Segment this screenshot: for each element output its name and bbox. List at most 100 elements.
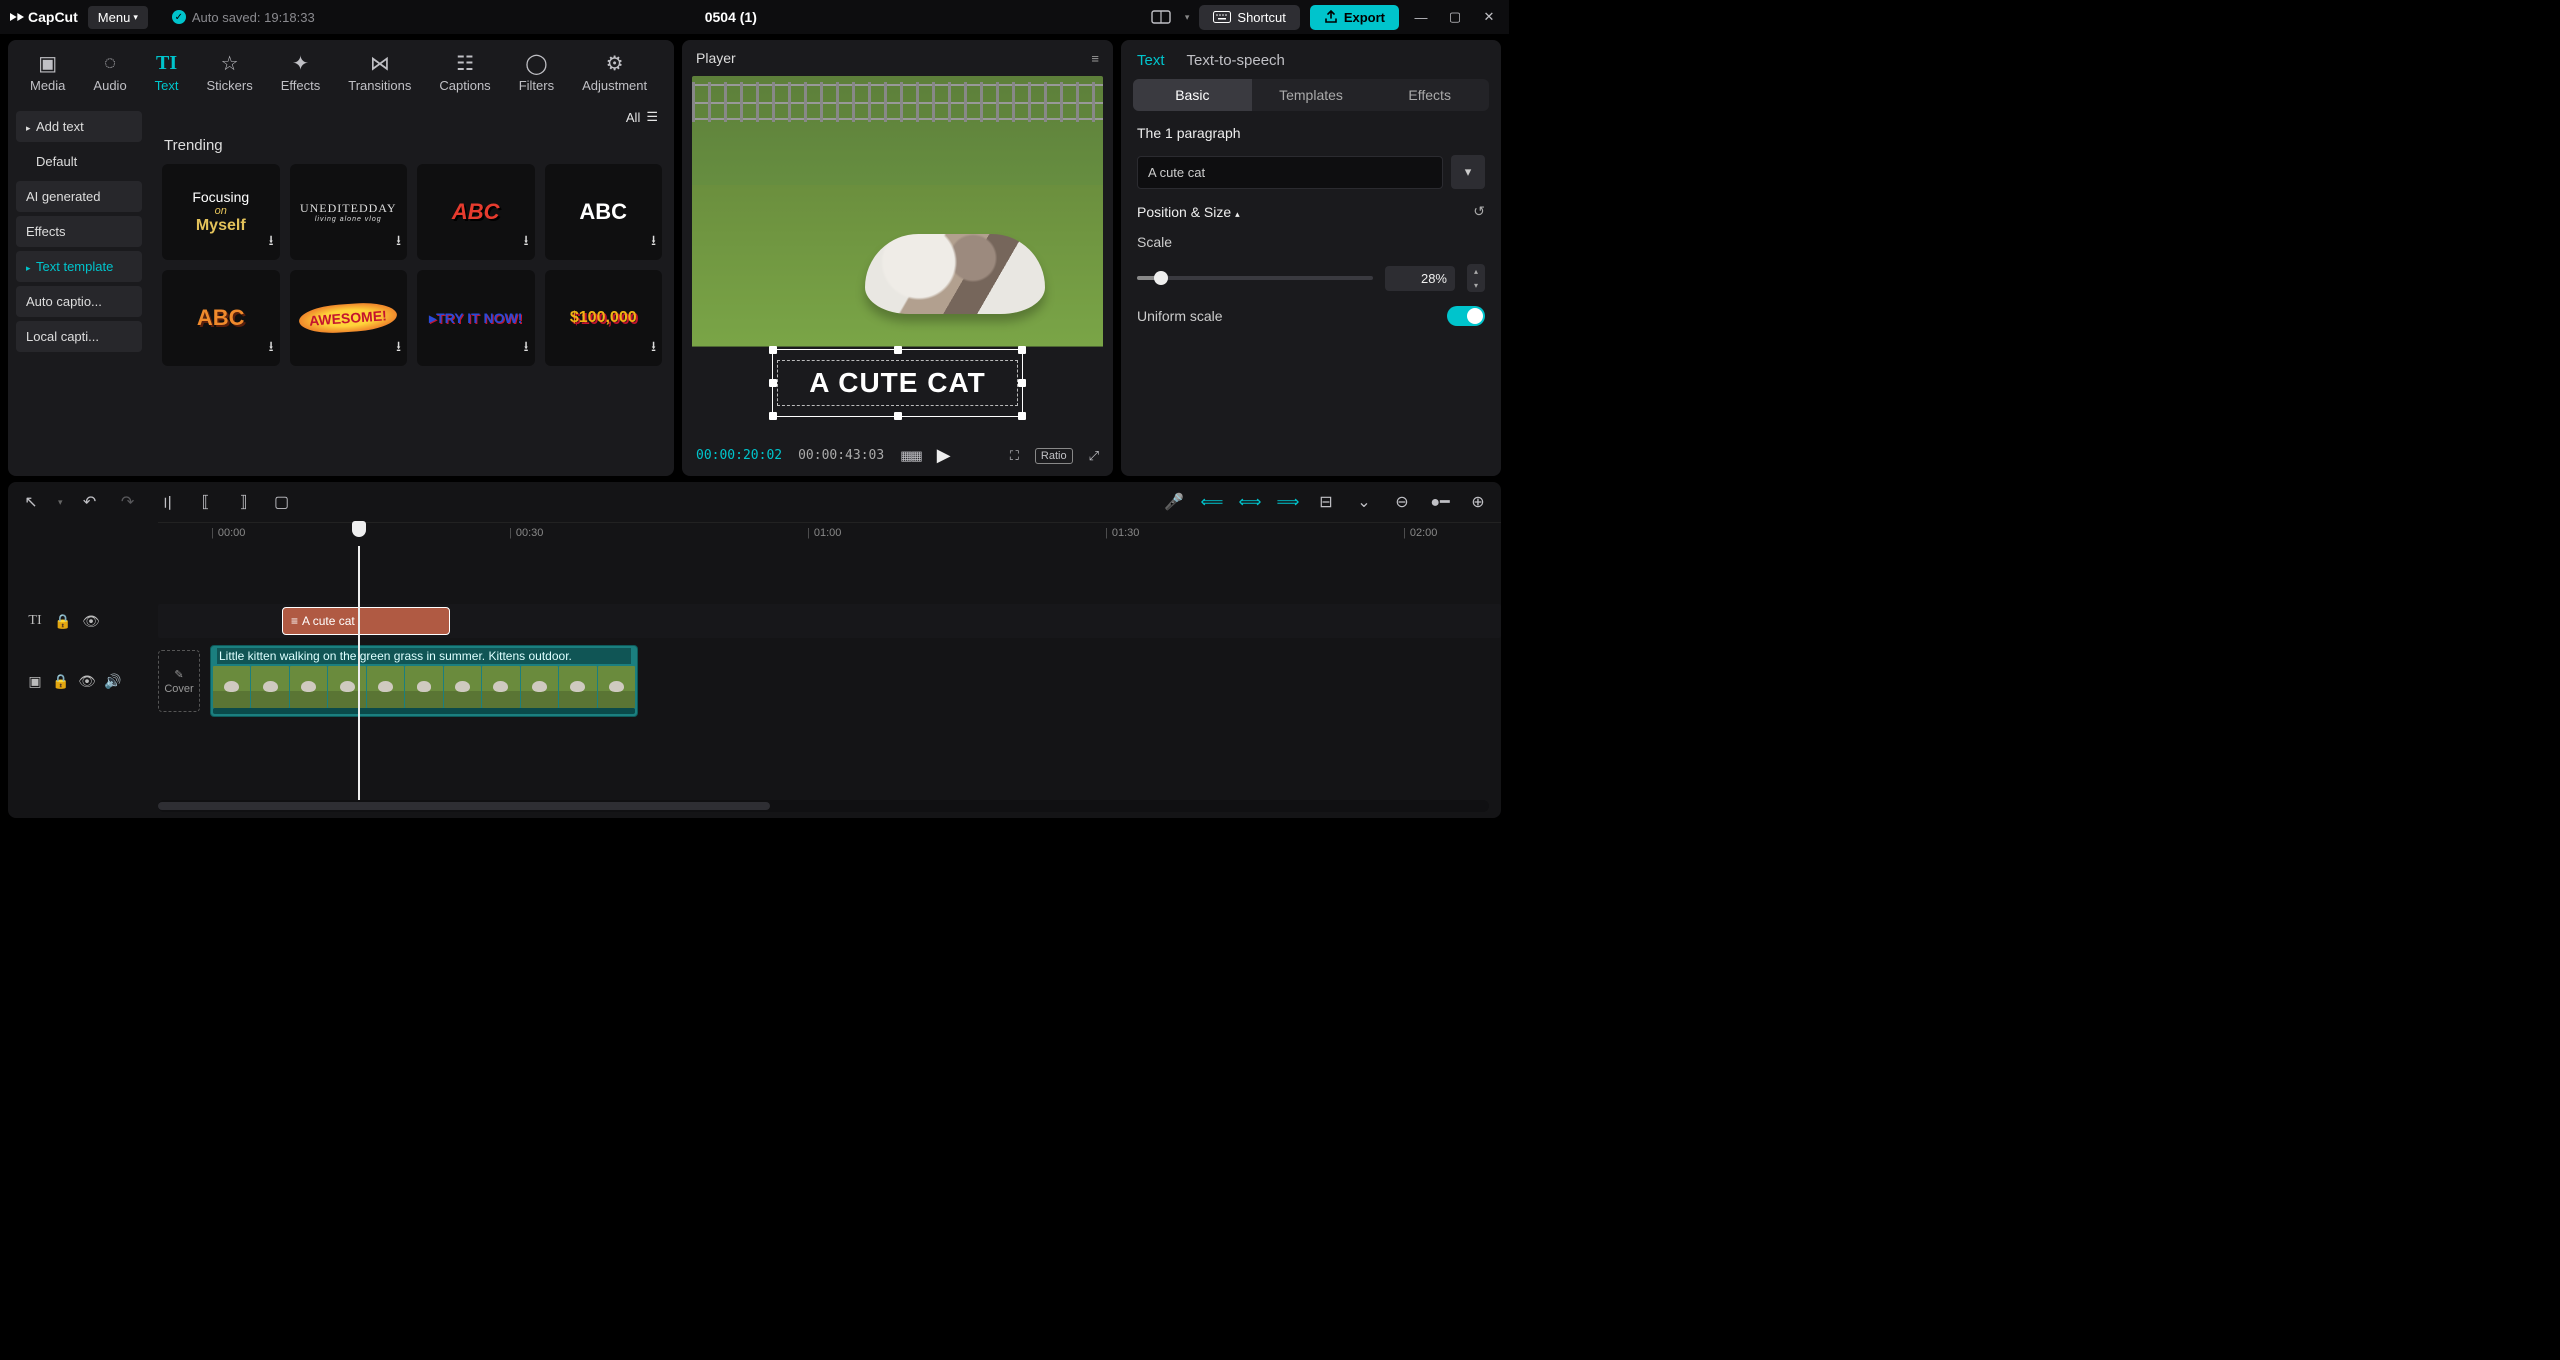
video-clip[interactable]: Little kitten walking on the green grass… [210, 645, 638, 717]
text-clip[interactable]: ≡ A cute cat [282, 607, 450, 635]
tab-media[interactable]: ▣Media [16, 46, 79, 103]
template-thumb[interactable]: AWESOME!⭳ [290, 270, 408, 366]
sidebar-add-text[interactable]: ▸Add text [16, 111, 142, 142]
mic-icon[interactable]: 🎤 [1163, 491, 1185, 513]
tab-captions[interactable]: ☷Captions [425, 46, 504, 103]
paragraph-dropdown[interactable]: ▾ [1451, 155, 1485, 189]
tab-transitions[interactable]: ⋈Transitions [334, 46, 425, 103]
cover-button[interactable]: ✎ Cover [158, 650, 200, 712]
tab-text[interactable]: TIText [141, 46, 193, 103]
subtab-templates[interactable]: Templates [1252, 79, 1371, 111]
paragraph-input[interactable]: A cute cat [1137, 156, 1443, 189]
trim-right-tool[interactable]: ⟧ [233, 491, 255, 513]
template-thumb[interactable]: FocusingonMyself⭳ [162, 164, 280, 260]
filter-all[interactable]: All [626, 110, 640, 125]
grid-icon[interactable]: ▦▦ [900, 448, 921, 464]
resize-handle[interactable] [1018, 412, 1026, 420]
ratio-button[interactable]: Ratio [1035, 448, 1073, 464]
download-icon[interactable]: ⭳ [396, 336, 401, 360]
tab-effects[interactable]: ✦Effects [267, 46, 335, 103]
timeline-toolbar: ↖▾ ↶ ↷ 〢 ⟦ ⟧ ▢ 🎤 ⟸ ⟺ ⟹ ⊟ ⌄ ⊖ ●━ ⊕ [8, 482, 1501, 522]
export-button[interactable]: Export [1310, 5, 1399, 30]
sidebar-default[interactable]: Default [16, 146, 142, 177]
resize-handle[interactable] [1018, 346, 1026, 354]
tab-filters[interactable]: ◯Filters [505, 46, 568, 103]
download-icon[interactable]: ⭳ [524, 336, 529, 360]
sidebar-text-template[interactable]: ▸Text template [16, 251, 142, 282]
eye-icon[interactable]: 👁 [78, 673, 96, 690]
uniform-scale-toggle[interactable] [1447, 306, 1485, 326]
player-menu-icon[interactable]: ≡ [1091, 51, 1099, 66]
preview-canvas[interactable]: A CUTE CAT [692, 76, 1103, 435]
delete-tool[interactable]: ▢ [271, 491, 293, 513]
layout-icon[interactable] [1147, 5, 1175, 29]
resize-handle[interactable] [769, 346, 777, 354]
template-thumb[interactable]: $100,000⭳ [545, 270, 663, 366]
filter-icon[interactable]: ☰ [646, 109, 658, 125]
sidebar-ai-generated[interactable]: AI generated [16, 181, 142, 212]
focus-icon[interactable]: ⛶ [1010, 448, 1019, 464]
tab-stickers[interactable]: ☆Stickers [193, 46, 267, 103]
inspector-tab-tts[interactable]: Text-to-speech [1187, 52, 1285, 69]
close-button[interactable]: ✕ [1477, 5, 1501, 29]
download-icon[interactable]: ⭳ [269, 230, 274, 254]
snap-icon[interactable]: ⊟ [1315, 491, 1337, 513]
download-icon[interactable]: ⭳ [269, 336, 274, 360]
lock-icon[interactable]: 🔒 [54, 613, 72, 630]
template-thumb[interactable]: ABC⭳ [162, 270, 280, 366]
scale-stepper[interactable]: ▴▾ [1467, 264, 1485, 292]
subtab-basic[interactable]: Basic [1133, 79, 1252, 111]
zoom-slider-icon[interactable]: ●━ [1429, 491, 1451, 513]
resize-handle[interactable] [769, 412, 777, 420]
sidebar-auto-captions[interactable]: Auto captio... [16, 286, 142, 317]
resize-handle[interactable] [769, 379, 777, 387]
player-title: Player [696, 50, 736, 66]
playhead[interactable] [358, 546, 360, 800]
text-overlay[interactable]: A CUTE CAT [772, 349, 1023, 417]
position-size-label[interactable]: Position & Size ▴ [1137, 204, 1240, 220]
sidebar-effects[interactable]: Effects [16, 216, 142, 247]
resize-handle[interactable] [1018, 379, 1026, 387]
download-icon[interactable]: ⭳ [651, 336, 656, 360]
select-tool[interactable]: ↖ [20, 491, 42, 513]
resize-handle[interactable] [894, 346, 902, 354]
play-button[interactable]: ▶ [937, 445, 951, 466]
tab-audio[interactable]: ◌Audio [79, 46, 140, 103]
download-icon[interactable]: ⭳ [396, 230, 401, 254]
trim-left-tool[interactable]: ⟦ [195, 491, 217, 513]
split-tool[interactable]: 〢 [157, 491, 179, 513]
template-thumb[interactable]: ABC⭳ [417, 164, 535, 260]
download-icon[interactable]: ⭳ [524, 230, 529, 254]
project-title[interactable]: 0504 (1) [325, 9, 1137, 25]
template-thumb[interactable]: ABC⭳ [545, 164, 663, 260]
minimize-button[interactable]: — [1409, 5, 1433, 29]
scale-slider[interactable] [1137, 276, 1373, 280]
reset-icon[interactable]: ↺ [1473, 203, 1485, 220]
resize-handle[interactable] [894, 412, 902, 420]
mute-icon[interactable]: 🔊 [104, 673, 122, 690]
redo-button[interactable]: ↷ [117, 491, 139, 513]
lock-icon[interactable]: 🔒 [52, 673, 70, 690]
download-icon[interactable]: ⭳ [651, 230, 656, 254]
timeline-scrollbar[interactable] [158, 800, 1489, 812]
shortcut-button[interactable]: Shortcut [1199, 5, 1299, 30]
magnet-center-icon[interactable]: ⟺ [1239, 491, 1261, 513]
subtab-effects[interactable]: Effects [1370, 79, 1489, 111]
scale-value[interactable]: 28% [1385, 266, 1455, 291]
maximize-button[interactable]: ▢ [1443, 5, 1467, 29]
sidebar-local-captions[interactable]: Local capti... [16, 321, 142, 352]
preview-mode-icon[interactable]: ⌄ [1353, 491, 1375, 513]
tab-adjustment[interactable]: ⚙Adjustment [568, 46, 661, 103]
template-thumb[interactable]: ▸TRY IT NOW!⭳ [417, 270, 535, 366]
menu-button[interactable]: Menu▾ [88, 6, 148, 29]
magnet-end-icon[interactable]: ⟹ [1277, 491, 1299, 513]
eye-icon[interactable]: 👁 [82, 613, 100, 630]
inspector-tab-text[interactable]: Text [1137, 52, 1165, 69]
timeline-tracks[interactable]: TI 🔒 👁 ≡ A cute cat ▣ 🔒 👁 🔊 ✎ [8, 546, 1501, 800]
zoom-out-icon[interactable]: ⊖ [1391, 491, 1413, 513]
fullscreen-icon[interactable]: ⤢ [1089, 448, 1099, 464]
template-thumb[interactable]: UNEDITEDDAYliving alone vlog⭳ [290, 164, 408, 260]
magnet-start-icon[interactable]: ⟸ [1201, 491, 1223, 513]
undo-button[interactable]: ↶ [79, 491, 101, 513]
zoom-in-icon[interactable]: ⊕ [1467, 491, 1489, 513]
